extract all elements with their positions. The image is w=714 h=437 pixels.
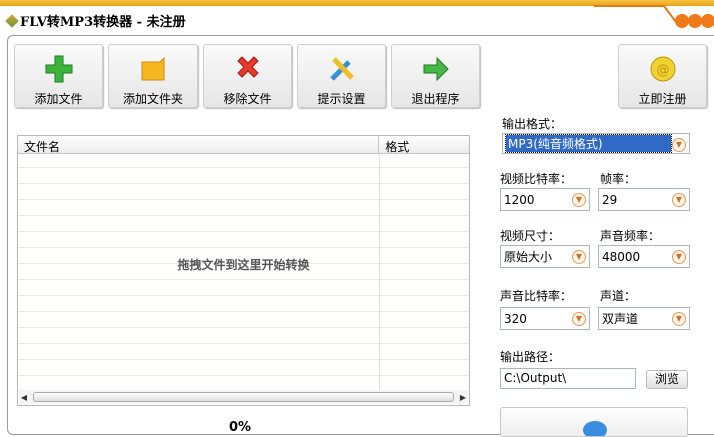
folder-icon: [137, 54, 169, 84]
file-list-header: 文件名 格式: [18, 136, 469, 154]
video-bitrate-select[interactable]: 1200 ▼: [500, 188, 590, 211]
horizontal-scrollbar[interactable]: ◀ ▶: [19, 390, 468, 404]
app-logo-icon: [5, 13, 19, 28]
chevron-down-icon[interactable]: ▼: [672, 138, 686, 152]
column-header-format[interactable]: 格式: [379, 136, 469, 154]
column-header-filename[interactable]: 文件名: [18, 136, 380, 154]
video-size-label: 视频尺寸：: [500, 229, 561, 243]
tools-icon: [326, 54, 358, 84]
video-bitrate-label: 视频比特率：: [500, 172, 573, 186]
scroll-left-icon[interactable]: ◀: [19, 393, 29, 402]
remove-file-button[interactable]: 移除文件: [203, 44, 292, 108]
chevron-down-icon[interactable]: ▼: [672, 193, 686, 207]
output-path-input[interactable]: C:\Output\: [500, 368, 636, 389]
frame-rate-label: 帧率：: [600, 172, 637, 186]
add-file-button[interactable]: 添加文件: [14, 44, 103, 108]
audio-frequency-label: 声音频率：: [600, 229, 661, 243]
circle-button-icon: [675, 14, 689, 28]
browse-button[interactable]: 浏览: [646, 370, 688, 389]
drop-hint: 拖拽文件到这里开始转换: [177, 258, 310, 272]
arrow-right-icon: [420, 54, 452, 84]
coin-icon: @: [647, 54, 679, 84]
channel-select[interactable]: 双声道 ▼: [598, 307, 690, 330]
circle-button-icon: [688, 14, 702, 28]
audio-bitrate-select[interactable]: 320 ▼: [500, 307, 590, 330]
scrollbar-thumb[interactable]: [33, 392, 454, 402]
add-folder-button[interactable]: 添加文件夹: [108, 44, 198, 108]
svg-text:@: @: [656, 63, 669, 78]
chevron-down-icon[interactable]: ▼: [672, 312, 686, 326]
output-path-label: 输出路径：: [500, 350, 561, 364]
output-format-select[interactable]: MP3(纯音频格式) ▼: [502, 133, 690, 154]
register-button[interactable]: @ 立即注册: [618, 44, 707, 108]
chevron-down-icon[interactable]: ▼: [572, 312, 586, 326]
chevron-down-icon[interactable]: ▼: [572, 193, 586, 207]
audio-frequency-select[interactable]: 48000 ▼: [598, 245, 690, 268]
audio-bitrate-label: 声音比特率：: [500, 289, 573, 303]
window-controls-decoration: [594, 5, 714, 28]
frame-rate-select[interactable]: 29 ▼: [598, 188, 690, 211]
add-plus-icon: [43, 54, 75, 84]
channel-label: 声道：: [600, 289, 637, 303]
convert-button[interactable]: [500, 407, 688, 437]
convert-icon: [583, 421, 607, 436]
chevron-down-icon[interactable]: ▼: [572, 250, 586, 264]
chevron-down-icon[interactable]: ▼: [672, 250, 686, 264]
circle-button-icon: [701, 14, 714, 28]
remove-x-icon: [232, 54, 264, 84]
file-list[interactable]: 文件名 格式 拖拽文件到这里开始转换 ◀ ▶: [17, 135, 470, 406]
output-format-label: 输出格式：: [502, 117, 563, 131]
exit-button[interactable]: 退出程序: [391, 44, 480, 108]
scroll-right-icon[interactable]: ▶: [458, 393, 468, 402]
settings-button[interactable]: 提示设置: [297, 44, 386, 108]
video-size-select[interactable]: 原始大小 ▼: [500, 245, 590, 268]
window-title: FLV转MP3转换器 - 未注册: [5, 11, 186, 30]
